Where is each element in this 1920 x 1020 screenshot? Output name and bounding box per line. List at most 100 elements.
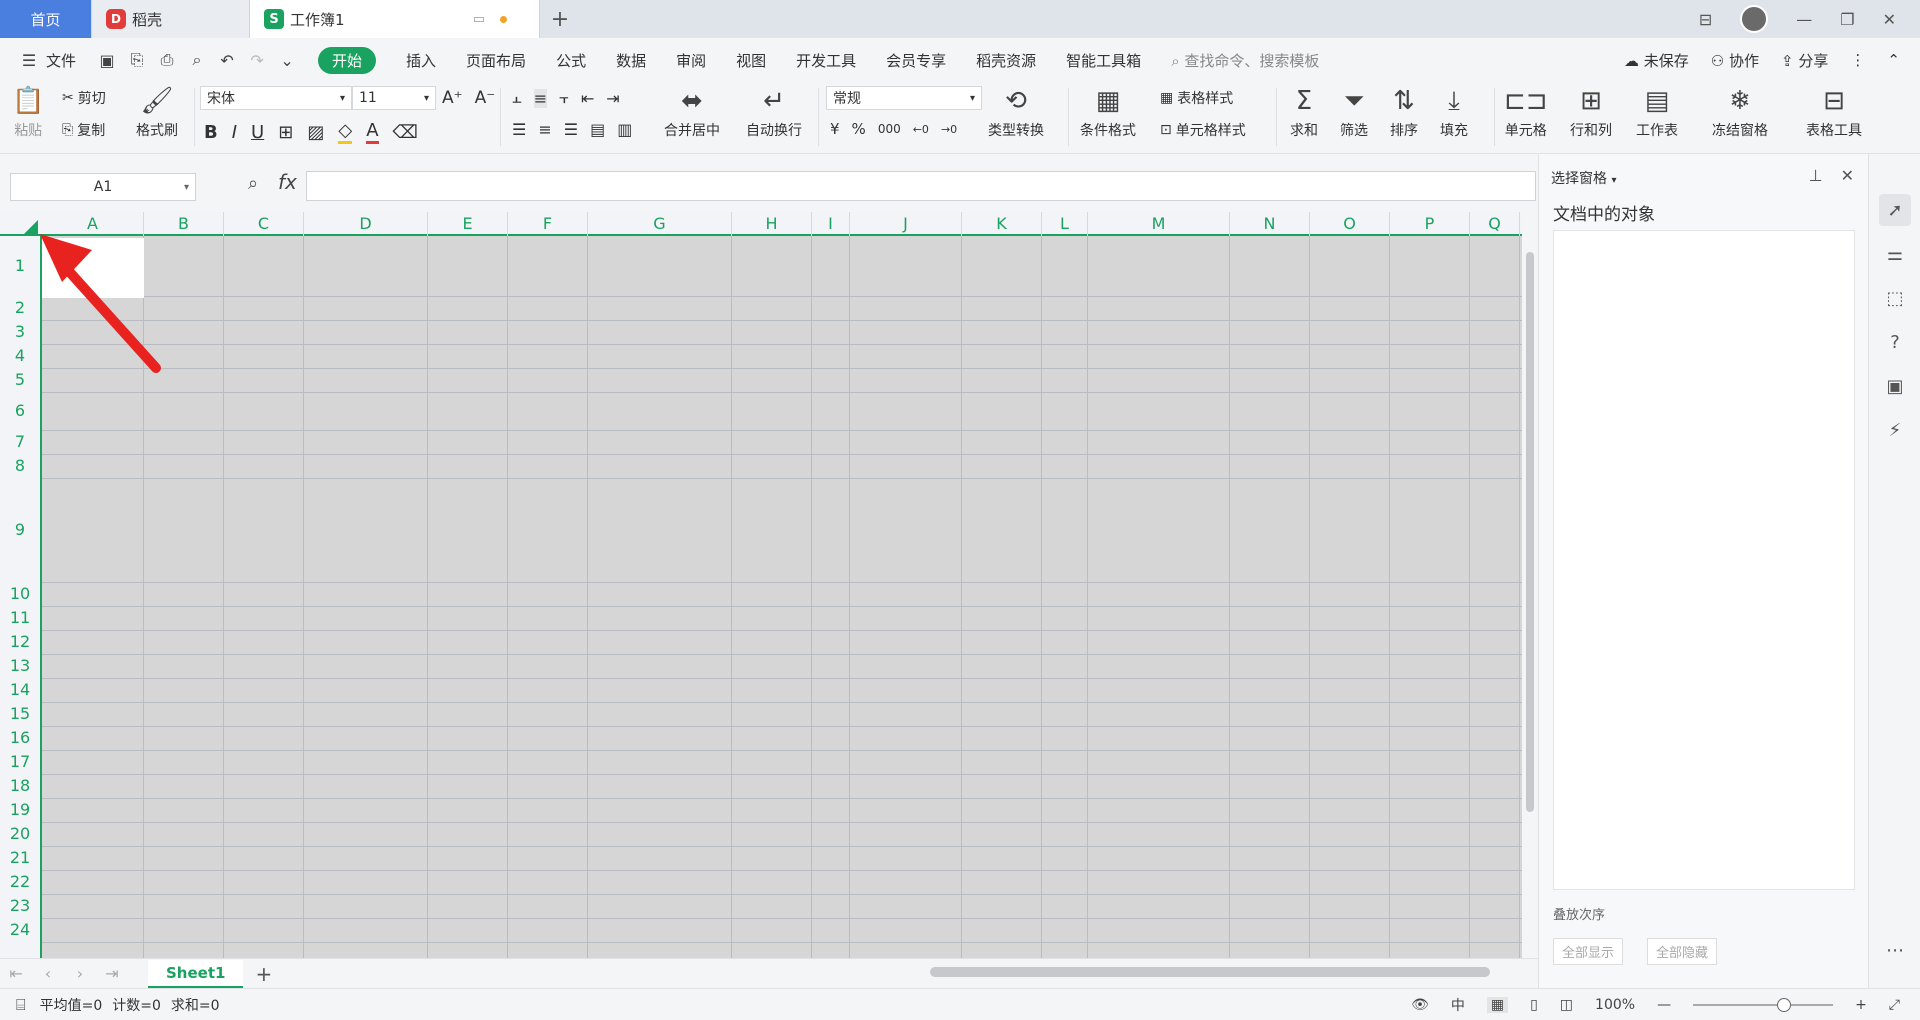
last-sheet-icon[interactable]: ⇥ bbox=[96, 964, 128, 983]
menu-formula[interactable]: 公式 bbox=[556, 50, 586, 71]
macro-icon[interactable]: ⌸ bbox=[16, 995, 26, 1015]
cell-style-button[interactable]: ⊡ 单元格样式 bbox=[1160, 120, 1246, 140]
menu-member[interactable]: 会员专享 bbox=[886, 50, 946, 71]
row-header-8[interactable]: 8 bbox=[0, 454, 40, 478]
italic-icon[interactable]: I bbox=[232, 122, 237, 143]
row-header-24[interactable]: 24 bbox=[0, 918, 40, 942]
menu-home[interactable]: 开始 bbox=[318, 46, 377, 74]
align-top-icon[interactable]: ⫠ bbox=[512, 88, 522, 108]
column-header-e[interactable]: E bbox=[428, 212, 508, 236]
sum-button[interactable]: Σ 求和 bbox=[1290, 86, 1318, 140]
row-header-15[interactable]: 15 bbox=[0, 702, 40, 726]
print-icon[interactable]: ⎙ bbox=[154, 50, 180, 70]
scrollbar-thumb[interactable] bbox=[1526, 252, 1534, 812]
indent-icon[interactable]: ⇥ bbox=[606, 89, 619, 108]
align-left-icon[interactable]: ☰ bbox=[512, 120, 526, 139]
pin-icon[interactable]: ⊥ bbox=[1809, 166, 1823, 185]
menu-page-layout[interactable]: 页面布局 bbox=[466, 50, 526, 71]
cell-a1[interactable] bbox=[42, 238, 144, 298]
percent-icon[interactable]: % bbox=[852, 120, 866, 138]
table-tools-button[interactable]: ⊟ 表格工具 bbox=[1806, 86, 1862, 140]
zoom-search-icon[interactable]: ⌕ bbox=[248, 173, 258, 194]
sheet-tab-sheet1[interactable]: Sheet1 bbox=[148, 959, 244, 988]
fill-pattern-icon[interactable]: ▨ bbox=[307, 122, 324, 143]
row-header-11[interactable]: 11 bbox=[0, 606, 40, 630]
row-header-20[interactable]: 20 bbox=[0, 822, 40, 846]
outdent-icon[interactable]: ⇤ bbox=[581, 89, 594, 108]
conditional-format-button[interactable]: ▦ 条件格式 bbox=[1080, 86, 1136, 140]
sort-button[interactable]: ⇅ 排序 bbox=[1390, 86, 1418, 140]
zoom-slider[interactable] bbox=[1693, 997, 1834, 1012]
row-header-6[interactable]: 6 bbox=[0, 392, 40, 430]
reading-mode-icon[interactable]: ⊟ bbox=[1699, 10, 1712, 29]
column-header-g[interactable]: G bbox=[588, 212, 732, 236]
row-col-button[interactable]: ⊞ 行和列 bbox=[1570, 86, 1612, 140]
fill-color-icon[interactable]: ◇ bbox=[338, 120, 353, 144]
row-header-16[interactable]: 16 bbox=[0, 726, 40, 750]
formula-input[interactable] bbox=[306, 171, 1536, 201]
column-header-i[interactable]: I bbox=[812, 212, 850, 236]
menu-data[interactable]: 数据 bbox=[616, 50, 646, 71]
next-sheet-icon[interactable]: › bbox=[64, 964, 96, 983]
close-icon[interactable]: ✕ bbox=[1883, 10, 1896, 29]
filter-button[interactable]: ⏷ 筛选 bbox=[1340, 86, 1368, 140]
eraser-icon[interactable]: ⌫ bbox=[393, 122, 418, 143]
eye-protect-icon[interactable]: 👁 bbox=[1411, 997, 1429, 1013]
tab-daoke[interactable]: D 稻壳 bbox=[92, 0, 250, 38]
avatar[interactable] bbox=[1740, 5, 1769, 33]
merge-center-button[interactable]: ⬌ 合并居中 bbox=[664, 86, 720, 140]
help-icon[interactable]: ? bbox=[1879, 326, 1911, 358]
copy-button[interactable]: ⎘ 复制 bbox=[62, 120, 105, 140]
redo-icon[interactable]: ↷ bbox=[244, 51, 270, 70]
selection-pane-header[interactable]: 选择窗格 ▾ bbox=[1551, 168, 1616, 188]
font-name-select[interactable]: 宋体 ▾ bbox=[200, 86, 352, 110]
format-painter-button[interactable]: 🖌 格式刷 bbox=[136, 86, 178, 140]
share-button[interactable]: ⇪ 分享 bbox=[1781, 50, 1828, 71]
underline-icon[interactable]: U bbox=[251, 122, 264, 143]
zoom-level[interactable]: 100% bbox=[1595, 997, 1635, 1013]
hamburger-icon[interactable]: ☰ bbox=[16, 51, 42, 70]
minimize-icon[interactable]: — bbox=[1796, 10, 1812, 29]
object-list[interactable] bbox=[1553, 230, 1855, 890]
menu-file[interactable]: 文件 bbox=[46, 50, 76, 71]
column-header-l[interactable]: L bbox=[1042, 212, 1088, 236]
menu-view[interactable]: 视图 bbox=[736, 50, 766, 71]
menu-review[interactable]: 审阅 bbox=[676, 50, 706, 71]
row-header-9[interactable]: 9 bbox=[0, 478, 40, 582]
currency-icon[interactable]: ¥ bbox=[830, 120, 840, 138]
table-style-button[interactable]: ▦ 表格样式 bbox=[1160, 88, 1233, 108]
add-sheet-button[interactable]: + bbox=[255, 962, 272, 986]
select-all-corner[interactable] bbox=[0, 212, 42, 236]
more-icon[interactable]: ⋮ bbox=[1850, 51, 1865, 69]
column-header-p[interactable]: P bbox=[1390, 212, 1470, 236]
restore-icon[interactable]: ❐ bbox=[1840, 10, 1854, 29]
command-search[interactable]: ⌕ 查找命令、搜索模板 bbox=[1171, 50, 1319, 71]
horizontal-scrollbar[interactable] bbox=[930, 967, 1490, 977]
row-header-2[interactable]: 2 bbox=[0, 296, 40, 320]
properties-slider-icon[interactable]: ⚌ bbox=[1879, 238, 1911, 270]
cell-button[interactable]: ⊏⊐ 单元格 bbox=[1504, 86, 1548, 140]
select-cursor-icon[interactable]: ➚ bbox=[1879, 194, 1911, 226]
font-color-icon[interactable]: A bbox=[366, 120, 379, 144]
align-right-icon[interactable]: ☰ bbox=[564, 120, 578, 139]
customize-chevron-icon[interactable]: ⌄ bbox=[274, 51, 300, 70]
undo-icon[interactable]: ↶ bbox=[214, 51, 240, 70]
zoom-in-icon[interactable]: + bbox=[1855, 997, 1867, 1013]
spreadsheet-grid[interactable]: ABCDEFGHIJKLMNOPQ 1 2 3 4 5 6 7 8 9 10 11 12 13 14 15 1… bbox=[0, 212, 1522, 958]
decrease-decimal-icon[interactable]: →0 bbox=[941, 123, 957, 136]
fill-button[interactable]: ⤓ 填充 bbox=[1440, 86, 1468, 140]
more-tools-icon[interactable]: ⋯ bbox=[1879, 934, 1911, 966]
vertical-scrollbar[interactable] bbox=[1522, 212, 1538, 958]
export-icon[interactable]: ⎘ bbox=[124, 50, 150, 70]
image-edit-icon[interactable]: ▣ bbox=[1879, 370, 1911, 402]
column-header-b[interactable]: B bbox=[144, 212, 224, 236]
print-preview-icon[interactable]: ⌕ bbox=[184, 50, 210, 70]
decrease-font-icon[interactable]: A⁻ bbox=[475, 88, 496, 108]
column-header-c[interactable]: C bbox=[224, 212, 304, 236]
distribute-icon[interactable]: ▥ bbox=[617, 120, 632, 139]
page-break-view-icon[interactable]: ◫ bbox=[1560, 997, 1573, 1013]
row-header-22[interactable]: 22 bbox=[0, 870, 40, 894]
collab-button[interactable]: ⚇ 协作 bbox=[1711, 50, 1759, 71]
column-header-k[interactable]: K bbox=[962, 212, 1042, 236]
hide-all-button[interactable]: 全部隐藏 bbox=[1647, 938, 1718, 965]
